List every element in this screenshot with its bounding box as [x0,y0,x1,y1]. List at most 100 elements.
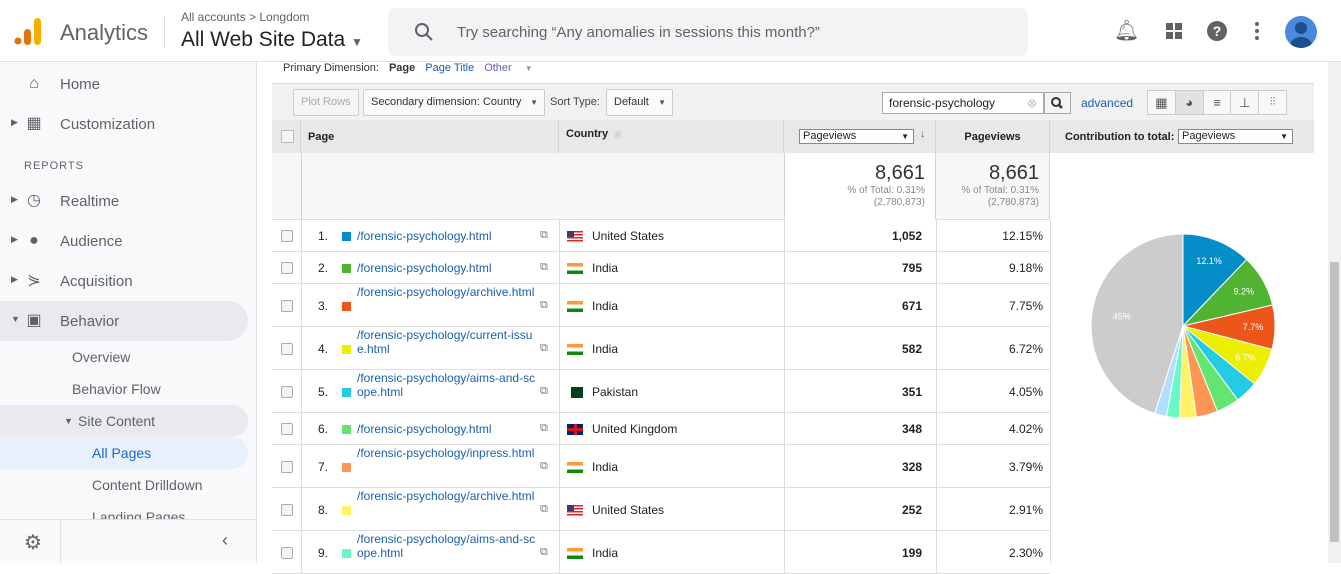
scrollbar[interactable] [1328,62,1341,563]
external-link-icon[interactable]: ⧉ [540,342,548,355]
row-number: 5. [317,385,328,399]
sidebar-item-content-drilldown[interactable]: Content Drilldown [0,469,248,501]
country-value[interactable]: India [592,342,618,356]
page-link[interactable]: /forensic-psychology/archive.html [357,285,539,299]
search-bar[interactable]: Try searching “Any anomalies in sessions… [388,8,1028,56]
contribution-select-value: Pageviews [1182,130,1236,142]
pivot-view-icon[interactable]: ⫶⫶ [1259,91,1286,114]
external-link-icon[interactable]: ⧉ [540,261,548,274]
collapse-chevron-icon[interactable]: ‹ [222,530,228,551]
clear-icon[interactable]: ⊗ [1027,93,1037,113]
page-link[interactable]: /forensic-psychology.html [357,422,539,436]
page-link[interactable]: /forensic-psychology/aims-and-scope.html [357,532,539,560]
sidebar-item-acquisition[interactable]: ▶ ⋟ Acquisition [0,261,248,301]
more-vert-icon[interactable] [1246,20,1268,42]
contribution-select[interactable]: Pageviews ▼ [1178,129,1293,144]
caret-down-icon: ▼ [524,64,533,73]
external-link-icon[interactable]: ⧉ [540,385,548,398]
header-country[interactable]: Country ⊗ [559,120,784,153]
row-checkbox[interactable] [281,300,293,312]
pageviews-value: 328 [901,460,922,474]
comparison-view-icon[interactable]: ⊥ [1231,91,1260,114]
row-checkbox[interactable] [281,343,293,355]
sidebar-item-all-pages[interactable]: All Pages [0,437,248,469]
country-value[interactable]: Pakistan [592,385,638,399]
sidebar-item-label: Acquisition [60,273,133,290]
table-view-icon[interactable]: ▦ [1148,91,1176,114]
external-link-icon[interactable]: ⧉ [540,546,548,559]
filter-search-button[interactable] [1044,92,1071,114]
table-row: 1. /forensic-psychology.html ⧉ United St… [272,220,1050,252]
advanced-filter-link[interactable]: advanced [1081,96,1133,110]
country-value[interactable]: India [592,299,618,313]
sidebar-item-label: Home [60,76,101,93]
caret-down-icon: ▼ [351,35,363,49]
page-link[interactable]: /forensic-psychology/current-issue.html [357,328,539,356]
sidebar-item-audience[interactable]: ▶ ● Audience [0,221,248,261]
country-value[interactable]: India [592,261,618,275]
external-link-icon[interactable]: ⧉ [540,503,548,516]
row-checkbox[interactable] [281,461,293,473]
external-link-icon[interactable]: ⧉ [540,229,548,242]
metric-select[interactable]: Pageviews ▼ [799,129,914,144]
external-link-icon[interactable]: ⧉ [540,460,548,473]
pie-view-icon[interactable]: ◕ [1175,91,1204,114]
header-pageviews[interactable]: Pageviews [936,120,1050,153]
row-checkbox[interactable] [281,386,293,398]
page-link[interactable]: /forensic-psychology/archive.html [357,489,539,503]
page-link[interactable]: /forensic-psychology.html [357,261,539,275]
avatar[interactable] [1285,16,1317,48]
row-number: 7. [317,460,328,474]
sort-arrow-icon[interactable]: ↓ [920,128,926,140]
external-link-icon[interactable]: ⧉ [540,299,548,312]
sidebar-item-behavior-flow[interactable]: Behavior Flow [0,373,248,405]
row-checkbox[interactable] [281,262,293,274]
primary-dimension-page[interactable]: Page [389,62,415,74]
performance-view-icon[interactable]: ≡ [1204,91,1232,114]
country-value[interactable]: United States [592,229,664,243]
sidebar-item-customization[interactable]: ▶ ▦ Customization [0,104,248,144]
country-value[interactable]: India [592,546,618,560]
property-selector[interactable]: All Web Site Data ▼ [181,28,363,52]
table-row: 2. /forensic-psychology.html ⧉ India 795… [272,252,1050,284]
table-filter-input[interactable]: forensic-psychology ⊗ [882,92,1044,114]
gear-icon[interactable]: ⚙ [24,530,42,555]
sidebar-item-site-content[interactable]: ▼ Site Content [0,405,248,437]
behavior-icon: ▣ [26,312,42,329]
secondary-dimension-select[interactable]: Secondary dimension: Country ▼ [363,89,545,116]
sidebar-item-realtime[interactable]: ▶ ◷ Realtime [0,181,248,221]
pageviews-value: 671 [901,299,922,313]
row-checkbox[interactable] [281,423,293,435]
row-number: 3. [317,299,328,313]
sort-type-select[interactable]: Default ▼ [606,89,673,116]
primary-dimension-other[interactable]: Other ▼ [484,62,543,74]
apps-grid-icon[interactable] [1163,20,1185,42]
help-icon[interactable]: ? [1206,20,1228,42]
sidebar-item-behavior[interactable]: ▼ ▣ Behavior [0,301,248,341]
country-value[interactable]: United Kingdom [592,422,677,436]
pie-slice-label: 45% [1113,311,1131,321]
header-page[interactable]: Page [301,120,559,153]
scrollbar-thumb[interactable] [1330,262,1339,542]
sidebar-item-home[interactable]: ⌂ Home [0,64,248,104]
row-checkbox[interactable] [281,547,293,559]
header-checkbox-col [272,120,301,153]
row-checkbox[interactable] [281,504,293,516]
remove-dimension-icon[interactable]: ⊗ [613,128,622,141]
page-link[interactable]: /forensic-psychology.html [357,229,539,243]
table-row: 4. /forensic-psychology/current-issue.ht… [272,327,1050,370]
row-checkbox[interactable] [281,230,293,242]
primary-dimension-page-title[interactable]: Page Title [425,62,474,74]
bell-icon[interactable]: 🔔︎ [1114,20,1139,42]
country-value[interactable]: United States [592,503,664,517]
country-value[interactable]: India [592,460,618,474]
sidebar-item-overview[interactable]: Overview [0,341,248,373]
page-link[interactable]: /forensic-psychology/aims-and-scope.html [357,371,539,399]
breadcrumb[interactable]: All accounts > Longdom [181,10,309,24]
page-link[interactable]: /forensic-psychology/inpress.html [357,446,539,460]
plot-rows-button[interactable]: Plot Rows [293,89,359,116]
select-all-checkbox[interactable] [281,130,294,143]
external-link-icon[interactable]: ⧉ [540,422,548,435]
property-name: All Web Site Data [181,28,346,51]
series-color-swatch [342,264,351,273]
